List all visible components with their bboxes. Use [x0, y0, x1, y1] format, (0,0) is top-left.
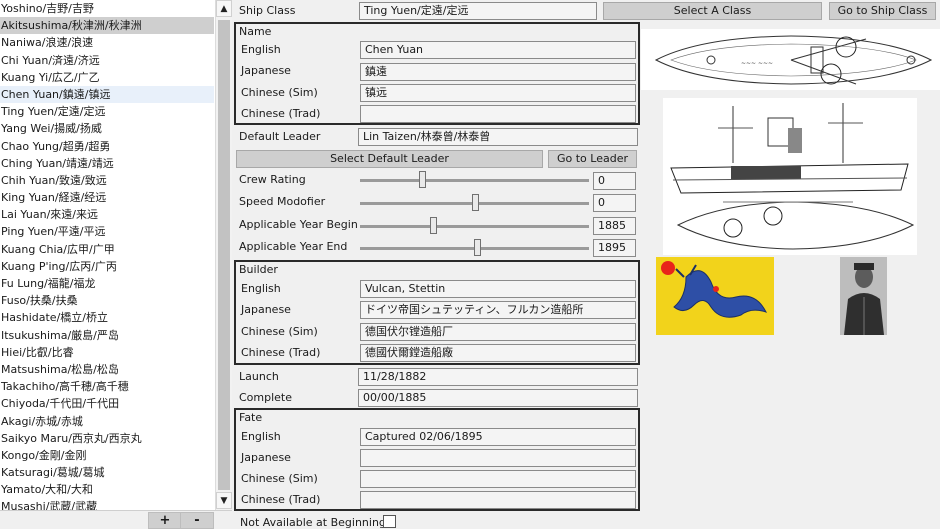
scroll-down-button[interactable]: ▼: [216, 492, 232, 509]
ship-list-item[interactable]: Chen Yuan/鎮遠/镇远: [0, 85, 214, 104]
not-available-label: Not Available at Beginning: [240, 516, 386, 529]
ship-list-item[interactable]: Takachiho/高千穂/高千穗: [0, 378, 214, 395]
goto-ship-class-button[interactable]: Go to Ship Class: [829, 2, 936, 20]
select-class-button[interactable]: Select A Class: [603, 2, 822, 20]
name-japanese-field[interactable]: 鎮遠: [360, 63, 636, 81]
speed-modifier-label: Speed Modofier: [239, 195, 326, 208]
name-chinese-trad-field[interactable]: [360, 105, 636, 123]
ship-list-item[interactable]: Fuso/扶桑/扶桑: [0, 292, 214, 309]
year-begin-slider-thumb[interactable]: [430, 217, 438, 234]
launch-label: Launch: [239, 370, 279, 383]
name-chinese-sim-field[interactable]: 镇远: [360, 84, 636, 102]
name-group-title: Name: [239, 25, 272, 38]
builder-chinese-sim-label: Chinese (Sim): [241, 325, 318, 338]
fate-chinese-sim-field[interactable]: [360, 470, 636, 488]
ship-list-item[interactable]: Kuang Chia/広甲/广甲: [0, 241, 214, 258]
ship-list-item[interactable]: Fu Lung/福龍/福龙: [0, 275, 214, 292]
ship-list-item[interactable]: Lai Yuan/來遠/来远: [0, 206, 214, 223]
year-begin-label: Applicable Year Begin: [239, 218, 358, 231]
year-end-slider-thumb[interactable]: [473, 239, 481, 256]
ship-list-item[interactable]: Hiei/比叡/比睿: [0, 344, 214, 361]
crew-rating-label: Crew Rating: [239, 173, 306, 186]
builder-group-title: Builder: [239, 263, 278, 276]
builder-japanese-field[interactable]: ドイツ帝国シュテッティン、フルカン造船所: [360, 301, 636, 319]
ship-profile-drawing-icon: [663, 98, 917, 255]
ship-list-item[interactable]: Kongo/金剛/金刚: [0, 447, 214, 464]
add-ship-button[interactable]: +: [148, 512, 182, 529]
ship-list-item[interactable]: Yoshino/吉野/吉野: [0, 0, 214, 17]
ship-list-item[interactable]: Kuang P'ing/広丙/广丙: [0, 258, 214, 275]
fate-chinese-trad-label: Chinese (Trad): [241, 493, 321, 506]
ship-list-pane: Yoshino/吉野/吉野 Akitsushima/秋津洲/秋津洲 Naniwa/浪…: [0, 0, 232, 529]
scroll-up-button[interactable]: ▲: [216, 0, 232, 17]
ship-list-item[interactable]: Musashi/武蔵/武藏: [0, 498, 214, 510]
ship-list-item[interactable]: King Yuan/経遠/经远: [0, 189, 214, 206]
ship-list-item[interactable]: Itsukushima/厳島/严岛: [0, 327, 214, 344]
ship-list-item[interactable]: Hashidate/橋立/桥立: [0, 309, 214, 326]
fate-group-title: Fate: [239, 411, 263, 424]
builder-japanese-label: Japanese: [241, 303, 291, 316]
year-begin-field[interactable]: 1885: [593, 217, 636, 235]
year-begin-slider[interactable]: [360, 225, 589, 228]
remove-ship-button[interactable]: -: [180, 512, 214, 529]
leader-portrait-icon: [840, 257, 887, 335]
builder-chinese-trad-label: Chinese (Trad): [241, 346, 321, 359]
ship-class-field[interactable]: Ting Yuen/定遠/定远: [359, 2, 597, 20]
builder-english-field[interactable]: Vulcan, Stettin: [360, 280, 636, 298]
year-end-field[interactable]: 1895: [593, 239, 636, 257]
ship-list-item[interactable]: Yamato/大和/大和: [0, 481, 214, 498]
goto-leader-button[interactable]: Go to Leader: [548, 150, 637, 168]
ship-plan-drawing-icon: ~~~ ~~~: [641, 29, 940, 90]
speed-modifier-slider-thumb[interactable]: [471, 194, 479, 211]
ship-list-item[interactable]: Ching Yuan/靖遠/靖远: [0, 155, 214, 172]
list-scrollbar[interactable]: ▲ ▼: [215, 0, 232, 510]
ship-list-item[interactable]: Chao Yung/超勇/超勇: [0, 138, 214, 155]
year-end-label: Applicable Year End: [239, 240, 348, 253]
fate-japanese-field[interactable]: [360, 449, 636, 467]
ship-list-item[interactable]: Kuang Yi/広乙/广乙: [0, 69, 214, 86]
not-available-checkbox[interactable]: [383, 515, 396, 528]
ship-list-item[interactable]: Ping Yuen/平遠/平远: [0, 223, 214, 240]
crew-rating-field[interactable]: 0: [593, 172, 636, 190]
ship-list-item[interactable]: Akitsushima/秋津洲/秋津洲: [0, 17, 214, 35]
ship-list-item[interactable]: Chih Yuan/致遠/致远: [0, 172, 214, 189]
ship-list-item[interactable]: Yang Wei/揚威/扬威: [0, 120, 214, 137]
fate-chinese-trad-field[interactable]: [360, 491, 636, 509]
qing-dragon-flag-icon: [656, 257, 774, 335]
default-leader-label: Default Leader: [239, 130, 321, 143]
crew-rating-slider-thumb[interactable]: [418, 171, 426, 188]
crew-rating-slider[interactable]: [360, 179, 589, 182]
scroll-thumb[interactable]: [218, 20, 230, 490]
name-english-label: English: [241, 43, 281, 56]
complete-field[interactable]: 00/00/1885: [358, 389, 638, 407]
complete-label: Complete: [239, 391, 293, 404]
fate-english-field[interactable]: Captured 02/06/1895: [360, 428, 636, 446]
list-footer: + -: [0, 510, 232, 529]
builder-english-label: English: [241, 282, 281, 295]
speed-modifier-field[interactable]: 0: [593, 194, 636, 212]
name-japanese-label: Japanese: [241, 64, 291, 77]
fate-english-label: English: [241, 430, 281, 443]
ship-list-item[interactable]: Naniwa/浪速/浪速: [0, 34, 214, 51]
ship-list-item[interactable]: Akagi/赤城/赤城: [0, 413, 214, 430]
select-default-leader-button[interactable]: Select Default Leader: [236, 150, 543, 168]
ship-list-item[interactable]: Saikyo Maru/西京丸/西京丸: [0, 430, 214, 447]
name-chinese-trad-label: Chinese (Trad): [241, 107, 321, 120]
ship-list-item[interactable]: Chi Yuan/済遠/济远: [0, 52, 214, 69]
fate-japanese-label: Japanese: [241, 451, 291, 464]
name-english-field[interactable]: Chen Yuan: [360, 41, 636, 59]
builder-chinese-trad-field[interactable]: 德國伏爾鏜造船廠: [360, 344, 636, 362]
name-chinese-sim-label: Chinese (Sim): [241, 86, 318, 99]
ship-list-item[interactable]: Katsuragi/葛城/葛城: [0, 464, 214, 481]
builder-chinese-sim-field[interactable]: 德国伏尔镗造船厂: [360, 323, 636, 341]
default-leader-field[interactable]: Lin Taizen/林泰曾/林泰曾: [358, 128, 638, 146]
fate-chinese-sim-label: Chinese (Sim): [241, 472, 318, 485]
ship-list-item[interactable]: Chiyoda/千代田/千代田: [0, 395, 214, 412]
ship-list-item[interactable]: Matsushima/松島/松岛: [0, 361, 214, 378]
ship-list-item[interactable]: Ting Yuen/定遠/定远: [0, 103, 214, 120]
launch-field[interactable]: 11/28/1882: [358, 368, 638, 386]
svg-text:~~~ ~~~: ~~~ ~~~: [741, 60, 773, 67]
ship-class-label: Ship Class: [239, 4, 296, 17]
ship-list[interactable]: Yoshino/吉野/吉野 Akitsushima/秋津洲/秋津洲 Naniwa/浪…: [0, 0, 214, 510]
